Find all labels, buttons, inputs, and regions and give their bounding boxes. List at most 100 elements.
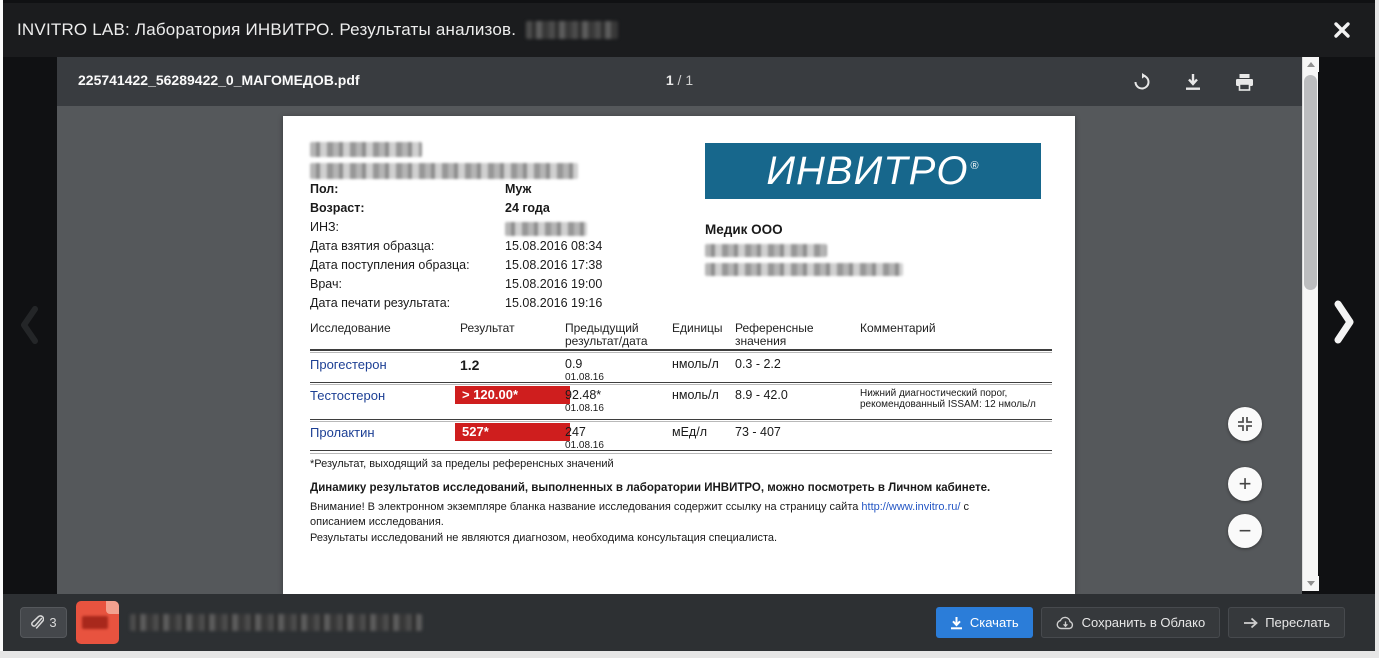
forward-button[interactable]: Переслать bbox=[1228, 607, 1345, 638]
units: нмоль/л bbox=[672, 357, 719, 371]
info-label: Дата взятия образца: bbox=[310, 239, 434, 253]
titlebar: INVITRO LAB: Лаборатория ИНВИТРО. Резуль… bbox=[3, 3, 1375, 57]
info-label: Возраст: bbox=[310, 201, 365, 215]
vertical-scrollbar[interactable] bbox=[1302, 57, 1318, 591]
result-value: 1.2 bbox=[460, 357, 479, 373]
previous-date: 01.08.16 bbox=[565, 403, 660, 414]
table-rule bbox=[310, 349, 1052, 351]
page-total: 1 bbox=[685, 72, 693, 88]
test-name-link[interactable]: Пролактин bbox=[310, 425, 375, 440]
attention-note: Внимание! В электронном экземпляре бланк… bbox=[310, 500, 1016, 530]
units: мЕд/л bbox=[672, 425, 707, 439]
table-rule bbox=[310, 419, 1052, 420]
window-edge bbox=[0, 651, 1379, 658]
info-value: 15.08.2016 19:16 bbox=[505, 296, 602, 310]
reference-range: 8.9 - 42.0 bbox=[735, 388, 788, 402]
test-name-link[interactable]: Прогестерон bbox=[310, 357, 387, 372]
col-header-reference: Референсные значения bbox=[735, 322, 845, 348]
scrollbar-thumb[interactable] bbox=[1304, 75, 1317, 290]
redacted-file-label bbox=[82, 616, 108, 629]
disclaimer-note: Результаты исследований не являются диаг… bbox=[310, 532, 777, 544]
invitro-logo-text: ИНВИТРО® bbox=[766, 149, 979, 194]
redacted-patient-line bbox=[310, 163, 578, 179]
viewer-title: INVITRO LAB: Лаборатория ИНВИТРО. Резуль… bbox=[17, 20, 516, 40]
download-button[interactable]: Скачать bbox=[936, 607, 1033, 638]
table-rule bbox=[310, 352, 1052, 353]
col-header-previous: Предыдущий результат/дата bbox=[565, 322, 657, 348]
info-value: Муж bbox=[505, 182, 531, 196]
next-attachment-chevron[interactable] bbox=[1334, 300, 1354, 344]
comment: Нижний диагностический порог, рекомендов… bbox=[860, 388, 1052, 410]
reference-range: 73 - 407 bbox=[735, 425, 781, 439]
file-corner-fold bbox=[106, 601, 119, 614]
previous-attachment-chevron[interactable] bbox=[20, 306, 38, 344]
cloud-icon bbox=[1056, 616, 1075, 630]
previous-result: 247 01.08.16 bbox=[565, 425, 660, 451]
redacted-clinic-line bbox=[705, 244, 827, 257]
info-value: 15.08.2016 17:38 bbox=[505, 258, 602, 272]
attachments-bar: 3 Скачать Сохранить в Облако bbox=[3, 594, 1375, 651]
info-value: 15.08.2016 19:00 bbox=[505, 277, 602, 291]
attachment-actions: Скачать Сохранить в Облако Переслать bbox=[936, 607, 1345, 638]
window-edge bbox=[1375, 0, 1379, 658]
scrollbar-down-icon[interactable] bbox=[1303, 576, 1319, 591]
redacted-text bbox=[526, 21, 618, 39]
result-value-out-of-range: > 120.00* bbox=[455, 386, 570, 404]
page-separator: / bbox=[678, 72, 682, 88]
attachment-viewer-window: INVITRO LAB: Лаборатория ИНВИТРО. Резуль… bbox=[0, 0, 1379, 658]
table-rule bbox=[310, 382, 1052, 383]
rotate-icon[interactable] bbox=[1132, 72, 1152, 92]
result-value-out-of-range: 527* bbox=[455, 423, 570, 441]
table-rule bbox=[310, 453, 1052, 454]
info-label: Пол: bbox=[310, 182, 338, 196]
page-current: 1 bbox=[666, 72, 674, 88]
redacted-clinic-line bbox=[705, 263, 903, 276]
units: нмоль/л bbox=[672, 388, 719, 402]
pdf-viewer-area: Пол: Муж Возраст: 24 года ИНЗ: Дата взят… bbox=[57, 106, 1302, 594]
dynamics-note: Динамику результатов исследований, выпол… bbox=[310, 482, 990, 494]
info-label: Врач: bbox=[310, 277, 342, 291]
attachment-count-chip[interactable]: 3 bbox=[20, 607, 67, 638]
pdf-file-icon[interactable] bbox=[76, 601, 119, 644]
previous-result: 92.48* 01.08.16 bbox=[565, 388, 660, 414]
clinic-name: Медик ООО bbox=[705, 222, 783, 237]
zoom-in-icon[interactable]: + bbox=[1228, 467, 1262, 501]
info-value: 15.08.2016 08:34 bbox=[505, 239, 602, 253]
download-icon[interactable] bbox=[1183, 72, 1203, 92]
zoom-out-icon[interactable]: − bbox=[1228, 514, 1262, 548]
close-icon[interactable] bbox=[1329, 17, 1355, 43]
paperclip-icon bbox=[30, 615, 44, 630]
info-value: 24 года bbox=[505, 201, 550, 215]
print-icon[interactable] bbox=[1234, 72, 1254, 92]
fit-screen-icon[interactable] bbox=[1228, 407, 1262, 441]
save-to-cloud-button[interactable]: Сохранить в Облако bbox=[1041, 607, 1221, 638]
pdf-toolbar: 225741422_56289422_0_МАГОМЕДОВ.pdf 1 / 1 bbox=[57, 57, 1302, 106]
info-label: ИНЗ: bbox=[310, 220, 339, 234]
col-header-comment: Комментарий bbox=[860, 322, 936, 335]
page-indicator: 1 / 1 bbox=[57, 72, 1302, 88]
pdf-page: Пол: Муж Возраст: 24 года ИНЗ: Дата взят… bbox=[283, 116, 1075, 594]
invitro-logo: ИНВИТРО® bbox=[705, 143, 1041, 199]
window-edge bbox=[0, 0, 3, 658]
reference-range: 0.3 - 2.2 bbox=[735, 357, 781, 371]
col-header-test: Исследование bbox=[310, 322, 391, 335]
toolbar-actions bbox=[1132, 57, 1254, 106]
col-header-result: Результат bbox=[460, 322, 515, 335]
table-rule bbox=[310, 421, 1052, 422]
scrollbar-up-icon[interactable] bbox=[1303, 57, 1319, 72]
test-name-link[interactable]: Тестостерон bbox=[310, 388, 385, 403]
col-header-units: Единицы bbox=[672, 322, 723, 335]
previous-result: 0.9 01.08.16 bbox=[565, 357, 660, 383]
table-rule bbox=[310, 450, 1052, 451]
redacted-inz-value bbox=[505, 222, 587, 236]
redacted-attachment-filename bbox=[130, 614, 422, 631]
download-icon bbox=[950, 616, 963, 630]
forward-arrow-icon bbox=[1243, 617, 1258, 629]
invitro-url-link[interactable]: http://www.invitro.ru/ bbox=[861, 501, 960, 513]
attachment-count: 3 bbox=[49, 615, 56, 630]
table-rule bbox=[310, 384, 1052, 385]
info-label: Дата поступления образца: bbox=[310, 258, 470, 272]
footnote-out-of-range: *Результат, выходящий за пределы референ… bbox=[310, 458, 614, 470]
redacted-patient-name bbox=[310, 142, 422, 157]
info-label: Дата печати результата: bbox=[310, 296, 450, 310]
